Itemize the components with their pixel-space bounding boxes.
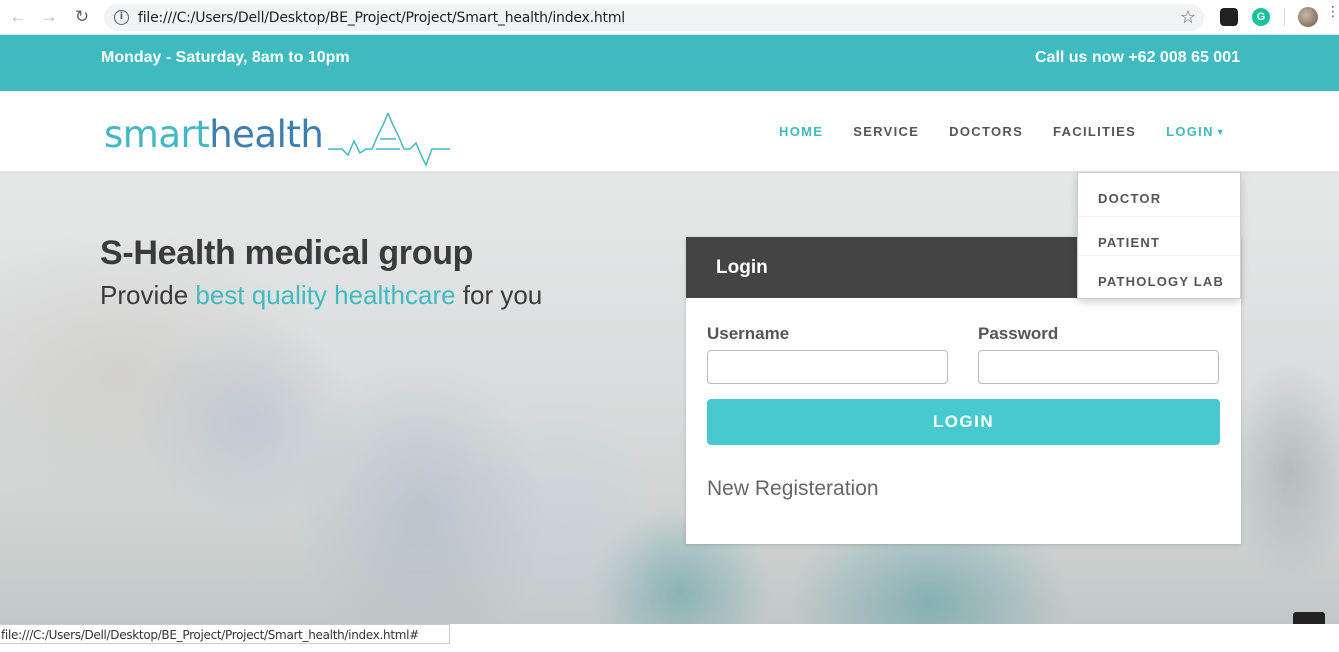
site-header: smarthealth HOME SERVICE DOCTORS FACILIT…: [0, 91, 1339, 172]
bookmark-star-icon[interactable]: ☆: [1180, 7, 1196, 28]
dropdown-item-doctor[interactable]: DOCTOR: [1078, 173, 1240, 217]
heartbeat-tower-icon: [328, 113, 450, 167]
caret-down-icon: ▼: [1215, 127, 1226, 137]
password-label: Password: [978, 324, 1059, 343]
reload-icon[interactable]: ↻: [72, 7, 92, 27]
dropdown-item-patient[interactable]: PATIENT: [1078, 217, 1240, 256]
main-nav: HOME SERVICE DOCTORS FACILITIES LOGIN ▼: [779, 124, 1226, 139]
scroll-to-top-button[interactable]: [1293, 612, 1325, 624]
nav-home[interactable]: HOME: [779, 124, 823, 139]
top-info-bar: Monday - Saturday, 8am to 10pm Call us n…: [0, 35, 1339, 91]
phone-number: Call us now +62 008 65 001: [1034, 49, 1240, 66]
nav-service[interactable]: SERVICE: [853, 124, 919, 139]
nav-facilities[interactable]: FACILITIES: [1053, 124, 1136, 139]
logo-wordmark: smarthealth: [104, 113, 324, 156]
browser-status-bar: file:///C:/Users/Dell/Desktop/BE_Project…: [0, 624, 450, 644]
dropdown-item-pathology-lab[interactable]: PATHOLOGY LAB: [1078, 256, 1240, 295]
nav-login[interactable]: LOGIN ▼: [1166, 124, 1226, 139]
login-button[interactable]: LOGIN: [707, 399, 1220, 445]
browser-toolbar: ← → ↻ i file:///C:/Users/Dell/Desktop/BE…: [0, 0, 1339, 35]
password-input[interactable]: [978, 350, 1219, 384]
info-icon[interactable]: i: [114, 10, 129, 25]
extension-icon[interactable]: [1220, 8, 1238, 26]
grammarly-icon[interactable]: G: [1252, 8, 1270, 26]
username-input[interactable]: [707, 350, 948, 384]
bottom-strip: [0, 644, 1339, 652]
url-text[interactable]: file:///C:/Users/Dell/Desktop/BE_Project…: [138, 10, 625, 26]
nav-doctors[interactable]: DOCTORS: [949, 124, 1023, 139]
login-dropdown-menu: DOCTOR PATIENT PATHOLOGY LAB: [1077, 172, 1241, 299]
profile-avatar[interactable]: [1298, 7, 1318, 27]
new-registration-link[interactable]: New Registeration: [707, 477, 879, 501]
forward-arrow-icon[interactable]: →: [39, 7, 59, 27]
back-arrow-icon[interactable]: ←: [8, 7, 28, 27]
hero-subtitle: Provide best quality healthcare for you: [100, 280, 543, 310]
toolbar-divider: [1284, 8, 1285, 26]
address-bar[interactable]: i file:///C:/Users/Dell/Desktop/BE_Proje…: [104, 4, 1204, 31]
username-label: Username: [707, 324, 790, 343]
smarthealth-logo[interactable]: smarthealth: [104, 111, 450, 171]
more-menu-icon[interactable]: ⋮: [1326, 4, 1339, 26]
opening-hours: Monday - Saturday, 8am to 10pm: [101, 49, 350, 66]
hero-title: S-Health medical group: [100, 234, 474, 272]
